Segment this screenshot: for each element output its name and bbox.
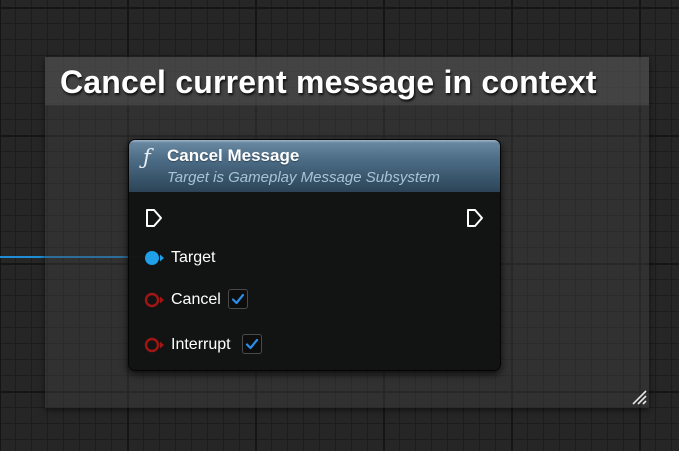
interrupt-pin-label: Interrupt bbox=[171, 336, 231, 353]
interrupt-pin[interactable] bbox=[143, 336, 167, 354]
function-icon: ƒ bbox=[143, 145, 151, 169]
checkmark-icon bbox=[231, 293, 245, 305]
resize-grip-icon[interactable] bbox=[631, 389, 647, 405]
target-pin[interactable] bbox=[143, 249, 167, 267]
cancel-pin-label: Cancel bbox=[171, 291, 221, 308]
interrupt-checkbox[interactable] bbox=[242, 334, 262, 354]
checkmark-icon bbox=[245, 338, 259, 350]
target-pin-label: Target bbox=[171, 249, 216, 266]
node-title: Cancel Message bbox=[167, 146, 300, 165]
exec-out-pin[interactable] bbox=[466, 208, 484, 228]
node-subtitle: Target is Gameplay Message Subsystem bbox=[167, 169, 440, 186]
exec-in-pin[interactable] bbox=[145, 208, 163, 228]
cancel-pin[interactable] bbox=[143, 291, 167, 309]
node-header-shine bbox=[129, 140, 500, 143]
comment-title-bar[interactable]: Cancel current message in context bbox=[45, 57, 649, 106]
comment-title[interactable]: Cancel current message in context bbox=[60, 64, 597, 101]
node-header[interactable]: ƒ Cancel Message Target is Gameplay Mess… bbox=[129, 140, 500, 192]
cancel-checkbox[interactable] bbox=[228, 289, 248, 309]
cancel-message-node[interactable]: ƒ Cancel Message Target is Gameplay Mess… bbox=[128, 139, 501, 371]
